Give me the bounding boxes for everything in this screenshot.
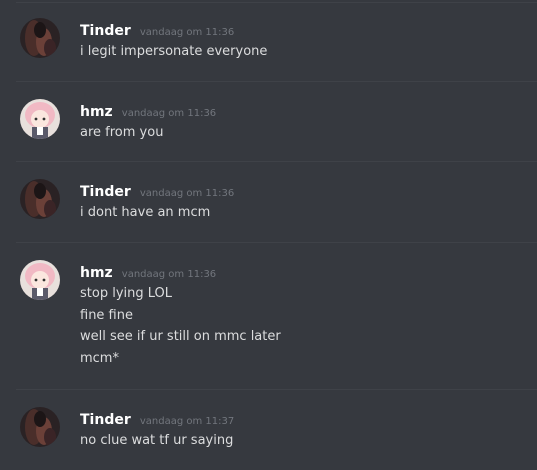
username[interactable]: hmz bbox=[80, 104, 113, 120]
message-header: hmz vandaag om 11:36 bbox=[80, 262, 216, 281]
avatar[interactable] bbox=[20, 179, 60, 219]
timestamp: vandaag om 11:36 bbox=[121, 108, 217, 119]
username[interactable]: hmz bbox=[80, 265, 113, 281]
anime-avatar-icon bbox=[20, 260, 60, 300]
dark-avatar-icon bbox=[20, 407, 60, 447]
message-content: i dont have an mcm bbox=[80, 202, 527, 224]
message-divider bbox=[16, 2, 537, 3]
dark-avatar-icon bbox=[20, 18, 60, 58]
message-header: Tinder vandaag om 11:36 bbox=[80, 20, 234, 39]
message-divider bbox=[16, 161, 537, 162]
message-divider bbox=[16, 81, 537, 82]
message-header: hmz vandaag om 11:36 bbox=[80, 101, 216, 120]
message-content: are from you bbox=[80, 122, 527, 144]
message-divider bbox=[16, 242, 537, 243]
username[interactable]: Tinder bbox=[80, 184, 131, 200]
message-text: i legit impersonate everyone bbox=[80, 44, 268, 59]
message-divider bbox=[16, 389, 537, 390]
message-text: well see if ur still on mmc later bbox=[80, 329, 281, 344]
message-header: Tinder vandaag om 11:36 bbox=[80, 181, 234, 200]
message-text: fine fine bbox=[80, 307, 133, 323]
timestamp: vandaag om 11:37 bbox=[139, 416, 235, 427]
message-content: i legit impersonate everyone bbox=[80, 41, 527, 63]
message-text: stop lying LOL bbox=[80, 286, 173, 301]
message-text: mcm* bbox=[80, 350, 119, 366]
avatar[interactable] bbox=[20, 99, 60, 139]
message-header: Tinder vandaag om 11:37 bbox=[80, 409, 234, 428]
message-content: stop lying LOL fine fine well see if ur … bbox=[80, 283, 527, 369]
timestamp: vandaag om 11:36 bbox=[121, 269, 217, 280]
avatar[interactable] bbox=[20, 407, 60, 447]
message-text: i dont have an mcm bbox=[80, 205, 211, 220]
message-content: no clue wat tf ur saying bbox=[80, 430, 527, 452]
message-text: are from you bbox=[80, 125, 164, 140]
avatar[interactable] bbox=[20, 18, 60, 58]
username[interactable]: Tinder bbox=[80, 412, 131, 428]
anime-avatar-icon bbox=[20, 99, 60, 139]
chat-messages: Tinder vandaag om 11:36 i legit imperson… bbox=[0, 0, 537, 470]
timestamp: vandaag om 11:36 bbox=[139, 188, 235, 199]
message-text: no clue wat tf ur saying bbox=[80, 433, 234, 448]
username[interactable]: Tinder bbox=[80, 23, 131, 39]
timestamp: vandaag om 11:36 bbox=[139, 27, 235, 38]
avatar[interactable] bbox=[20, 260, 60, 300]
dark-avatar-icon bbox=[20, 179, 60, 219]
